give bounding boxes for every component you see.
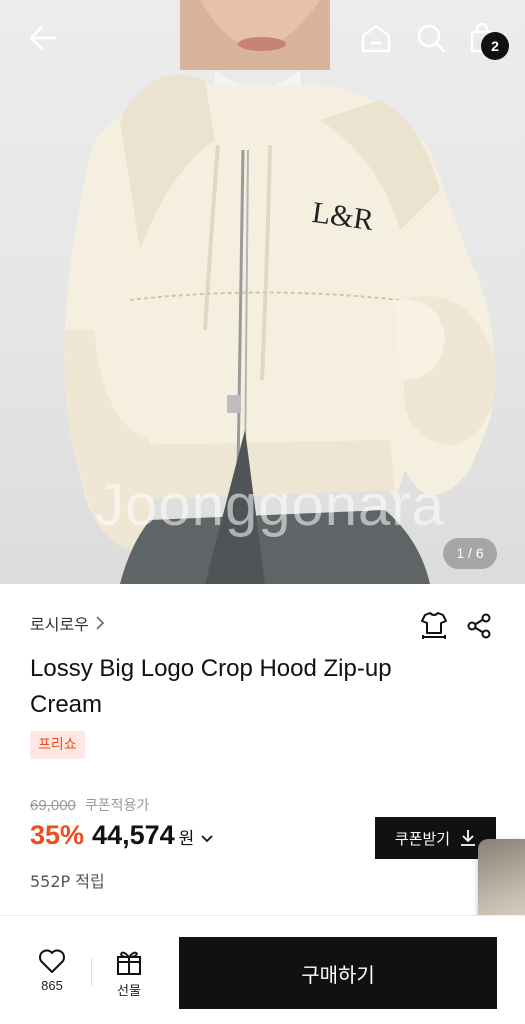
gift-label: 선물	[117, 984, 141, 999]
product-title: Lossy Big Logo Crop Hood Zip-up Cream	[30, 655, 392, 718]
home-button[interactable]	[356, 18, 396, 58]
chevron-right-icon	[96, 616, 105, 630]
discount-rate: 35%	[30, 820, 85, 850]
size-guide-button[interactable]	[417, 609, 451, 643]
product-image-gallery[interactable]: Joonggonara L&R 1 / 6	[0, 0, 525, 584]
search-button[interactable]	[411, 18, 451, 58]
coupon-price-note: 쿠폰적용가	[84, 798, 150, 814]
currency-label: 원	[178, 829, 195, 849]
original-price: 69,000	[30, 796, 76, 814]
brand-name: 로시로우	[30, 615, 89, 634]
coupon-button-label: 쿠폰받기	[394, 829, 451, 848]
arrow-left-icon	[29, 25, 57, 51]
share-icon	[467, 613, 491, 639]
chevron-down-icon	[201, 835, 213, 843]
bottom-separator	[91, 958, 92, 986]
buy-button[interactable]: 구매하기	[179, 937, 497, 1009]
gift-icon	[117, 951, 141, 975]
reward-points: 552P 적립	[30, 872, 105, 891]
share-button[interactable]	[462, 609, 496, 643]
like-button[interactable]: 865	[22, 948, 82, 993]
search-icon	[417, 24, 446, 53]
watermark: Joonggonara	[95, 473, 445, 538]
original-price-row: 69,000 쿠폰적용가	[30, 795, 149, 815]
heart-icon	[39, 949, 65, 973]
free-show-tag: 프리쇼	[30, 731, 85, 759]
size-guide-icon	[421, 612, 447, 639]
home-icon	[361, 24, 391, 53]
like-count: 865	[41, 978, 63, 993]
gift-button[interactable]: 선물	[99, 948, 159, 999]
sale-price: 44,574	[92, 820, 175, 850]
image-counter: 1 / 6	[443, 538, 497, 569]
cart-count-badge: 2	[481, 32, 509, 60]
brand-link[interactable]: 로시로우	[30, 611, 105, 635]
price-row[interactable]: 35% 44,574 원	[30, 820, 214, 851]
back-button[interactable]	[23, 18, 63, 58]
buy-button-label: 구매하기	[301, 962, 375, 987]
download-icon	[461, 830, 476, 846]
